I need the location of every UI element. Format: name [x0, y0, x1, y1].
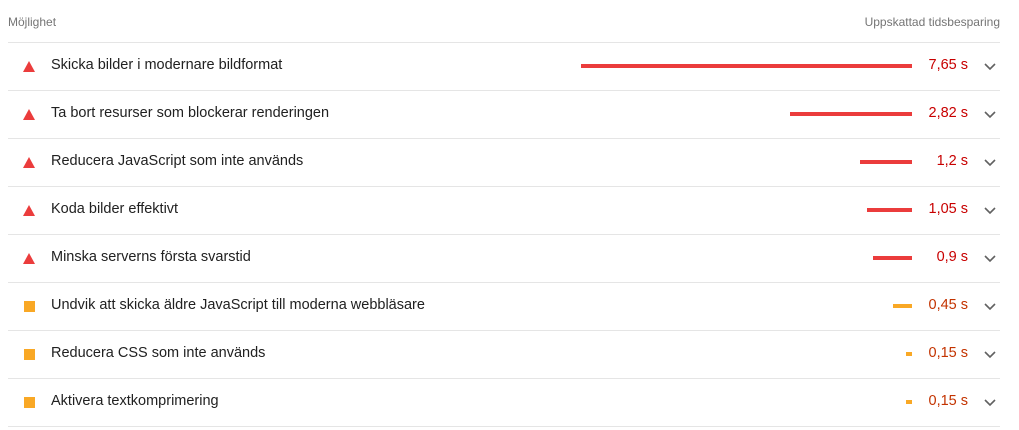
savings-value: 7,65 s [928, 57, 969, 73]
savings-bar [860, 160, 912, 164]
opportunity-column-header: Möjlighet [8, 15, 57, 29]
warning-square-icon [24, 397, 35, 408]
opportunity-title: Skicka bilder i modernare bildformat [51, 57, 283, 73]
warning-triangle-icon [23, 253, 35, 264]
savings-value: 0,9 s [936, 249, 968, 265]
opportunity-row[interactable]: Undvik att skicka äldre JavaScript till … [8, 283, 1000, 331]
chevron-down-icon[interactable] [980, 248, 1000, 268]
chevron-down-icon[interactable] [980, 200, 1000, 220]
chevron-down-icon[interactable] [980, 152, 1000, 172]
savings-value: 2,82 s [928, 105, 969, 121]
warning-triangle-icon [23, 109, 35, 120]
savings-value: 1,2 s [936, 153, 968, 169]
chevron-down-icon[interactable] [980, 392, 1000, 412]
savings-value: 0,15 s [928, 393, 969, 409]
savings-bar [581, 64, 912, 68]
opportunity-title: Reducera JavaScript som inte används [51, 153, 304, 169]
opportunity-row[interactable]: Koda bilder effektivt 1,05 s [8, 187, 1000, 235]
opportunity-title: Aktivera textkomprimering [51, 393, 219, 409]
savings-value: 0,45 s [928, 297, 969, 313]
savings-bar [893, 304, 912, 308]
savings-column-header: Uppskattad tidsbesparing [864, 15, 1000, 29]
savings-value: 1,05 s [928, 201, 969, 217]
opportunity-title: Minska serverns första svarstid [51, 249, 251, 265]
opportunity-row[interactable]: Reducera CSS som inte används 0,15 s [8, 331, 1000, 379]
savings-bar [873, 256, 912, 260]
opportunity-title: Reducera CSS som inte används [51, 345, 266, 361]
opportunities-header: Möjlighet Uppskattad tidsbesparing [8, 0, 1000, 43]
opportunity-title: Ta bort resurser som blockerar rendering… [51, 105, 330, 121]
chevron-down-icon[interactable] [980, 56, 1000, 76]
savings-value: 0,15 s [928, 345, 969, 361]
opportunity-title: Undvik att skicka äldre JavaScript till … [51, 297, 425, 313]
opportunities-panel: Möjlighet Uppskattad tidsbesparing Skick… [0, 0, 1019, 430]
warning-square-icon [24, 301, 35, 312]
chevron-down-icon[interactable] [980, 344, 1000, 364]
opportunity-title: Koda bilder effektivt [51, 201, 179, 217]
chevron-down-icon[interactable] [980, 296, 1000, 316]
opportunity-row[interactable]: Skicka bilder i modernare bildformat 7,65… [8, 43, 1000, 91]
warning-triangle-icon [23, 205, 35, 216]
opportunity-row[interactable]: Minska serverns första svarstid 0,9 s [8, 235, 1000, 283]
chevron-down-icon[interactable] [980, 104, 1000, 124]
savings-bar [867, 208, 912, 212]
opportunity-row[interactable]: Aktivera textkomprimering 0,15 s [8, 379, 1000, 427]
opportunity-row[interactable]: Reducera JavaScript som inte används 1,2 … [8, 139, 1000, 187]
opportunity-row[interactable]: Ta bort resurser som blockerar rendering… [8, 91, 1000, 139]
warning-triangle-icon [23, 157, 35, 168]
opportunities-list: Skicka bilder i modernare bildformat 7,65… [8, 43, 1000, 427]
warning-triangle-icon [23, 61, 35, 72]
savings-bar [906, 400, 912, 404]
warning-square-icon [24, 349, 35, 360]
savings-bar [906, 352, 912, 356]
savings-bar [790, 112, 912, 116]
